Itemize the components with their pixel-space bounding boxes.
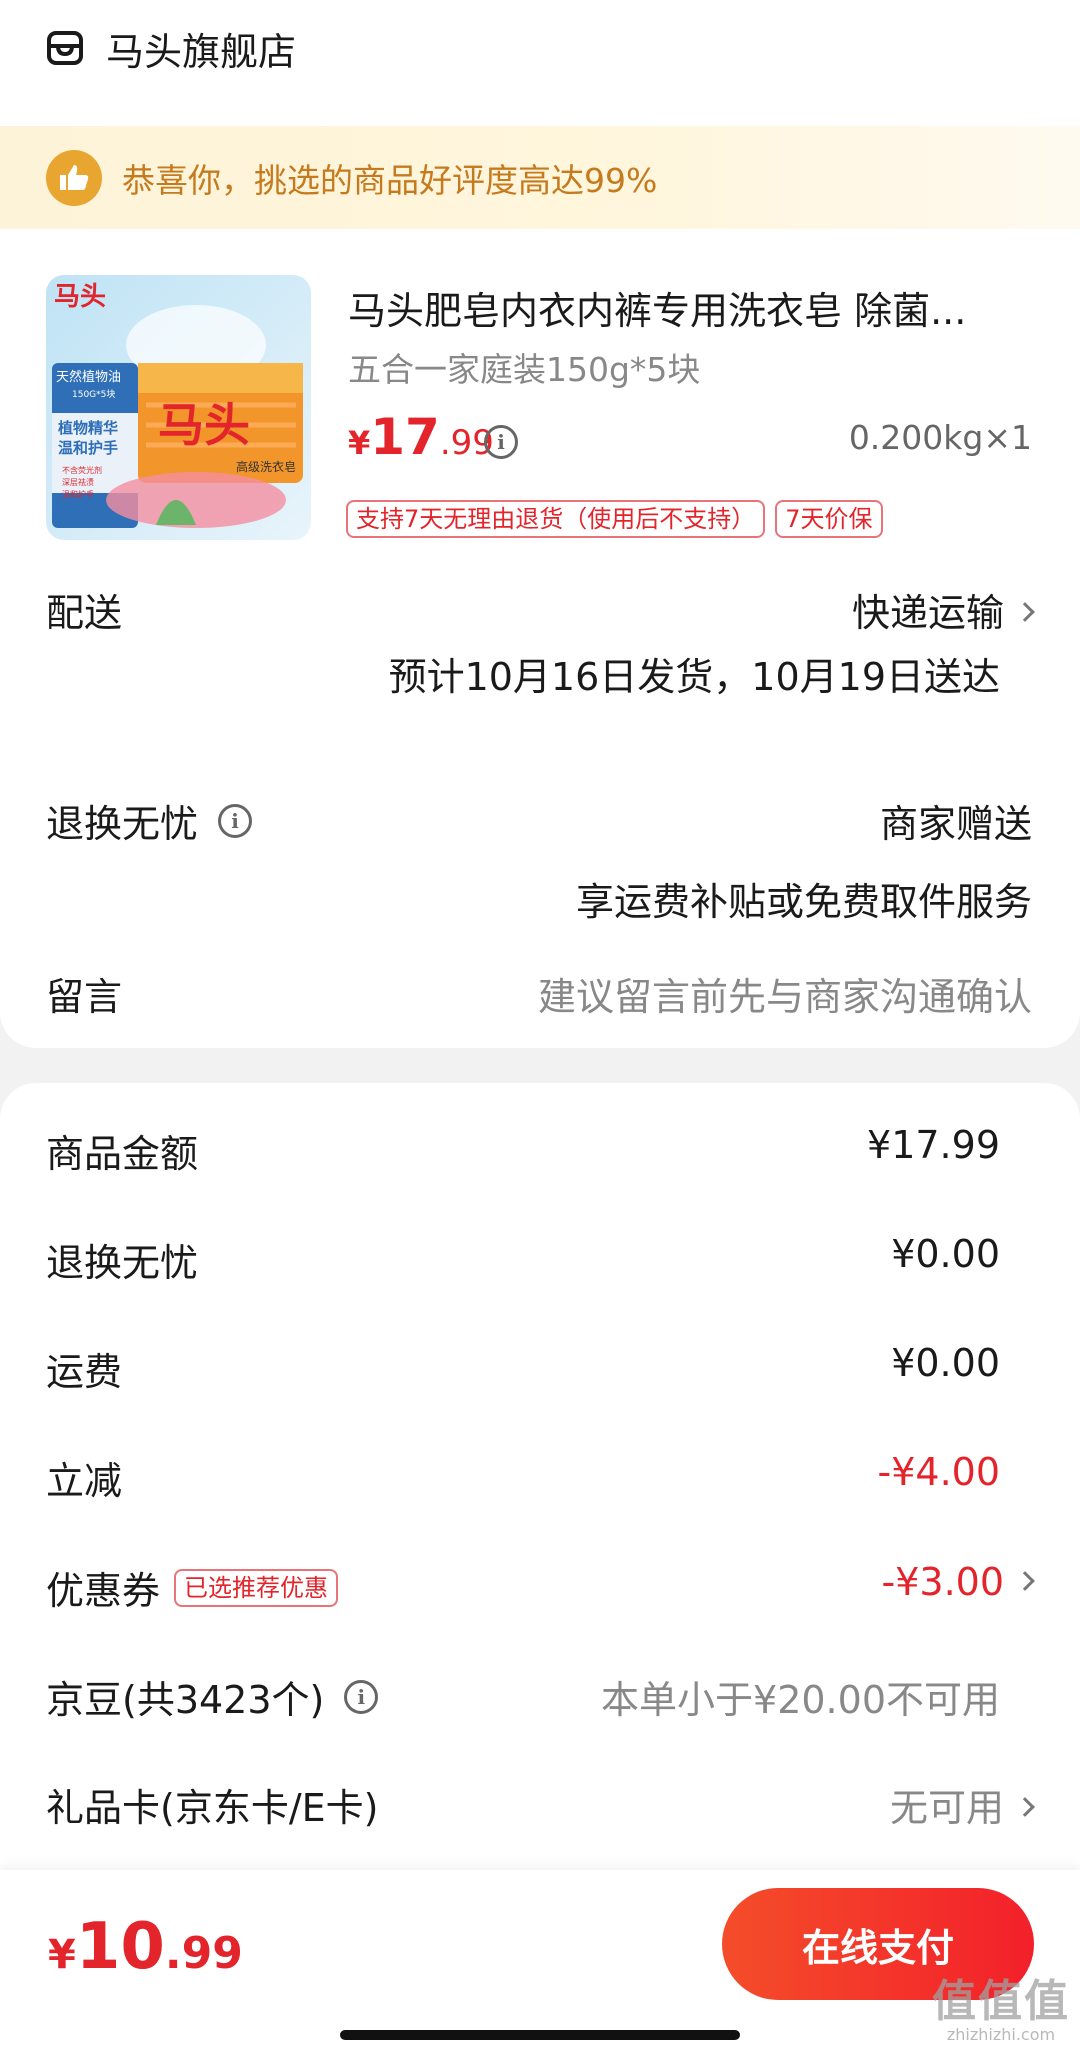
discount-value: -¥4.00 xyxy=(877,1450,1001,1494)
praise-text: 恭喜你，挑选的商品好评度高达99% xyxy=(122,160,658,200)
coupon-badge: 已选推荐优惠 xyxy=(174,1568,339,1607)
worry-free-value: 商家赠送 xyxy=(879,802,1032,846)
svg-text:温和护手: 温和护手 xyxy=(62,489,94,499)
jingdou-row-label: 京豆(共3423个) i xyxy=(46,1669,379,1724)
message-input[interactable]: 建议留言前先与商家沟通确认 xyxy=(538,966,1032,1021)
chevron-right-icon xyxy=(1015,1796,1035,1817)
price-info-icon[interactable]: i xyxy=(484,425,518,459)
watermark: 值值值 zhizhizhi.com xyxy=(932,1965,1070,2044)
home-indicator[interactable] xyxy=(340,2030,740,2040)
svg-text:不含荧光剂: 不含荧光剂 xyxy=(62,465,102,475)
worry-free-row-label: 退换无忧 i xyxy=(46,793,253,848)
store-icon xyxy=(47,31,83,65)
discount-label: 立减 xyxy=(46,1459,123,1503)
svg-text:植物精华: 植物精华 xyxy=(58,419,118,437)
svg-text:150G*5块: 150G*5块 xyxy=(72,388,115,400)
shipping-fee-value: ¥0.00 xyxy=(891,1341,1000,1385)
product-tags: 支持7天无理由退货（使用后不支持） 7天价保 xyxy=(346,500,883,538)
jingdou-info-icon[interactable]: i xyxy=(344,1679,379,1714)
coupon-row-label: 优惠券 已选推荐优惠 xyxy=(46,1560,339,1615)
svg-text:马头: 马头 xyxy=(158,398,250,452)
jingdou-value: 本单小于¥20.00不可用 xyxy=(601,1678,1000,1722)
product-price: ¥ 17 .99 xyxy=(348,408,494,466)
worry-free-desc: 享运费补贴或免费取件服务 xyxy=(575,880,1032,924)
product-title[interactable]: 马头肥皂内衣内裤专用洗衣皂 除菌... xyxy=(348,280,1008,335)
store-header[interactable]: 马头旗舰店 xyxy=(46,22,296,74)
brand-logo-text: 马头 xyxy=(54,282,106,312)
price-protect-tag: 7天价保 xyxy=(775,500,883,538)
order-card: 马头旗舰店 恭喜你，挑选的商品好评度高达99% 马头 天然植物油 150G*5块… xyxy=(0,0,1080,1048)
total-decimal: .99 xyxy=(164,1928,243,1979)
total-price: ¥ 10 .99 xyxy=(48,1910,243,1984)
worry-free-label: 退换无忧 xyxy=(46,802,199,846)
delivery-label: 配送 xyxy=(46,591,123,635)
thumbs-up-icon xyxy=(46,149,102,206)
product-image[interactable]: 马头 天然植物油 150G*5块 植物精华 温和护手 不含荧光剂 深层祛渍 温和… xyxy=(46,275,311,540)
price-currency: ¥ xyxy=(348,424,371,462)
goods-amount-label: 商品金额 xyxy=(46,1132,199,1176)
total-integer: 10 xyxy=(75,1910,165,1984)
giftcard-label: 礼品卡(京东卡/E卡) xyxy=(46,1786,379,1830)
shipping-fee-label: 运费 xyxy=(46,1350,123,1394)
store-name: 马头旗舰店 xyxy=(106,29,297,74)
message-label: 留言 xyxy=(46,975,123,1019)
chevron-right-icon xyxy=(1015,601,1035,622)
fee-card: 商品金额 ¥17.99 退换无忧 ¥0.00 运费 ¥0.00 立减 -¥4.0… xyxy=(0,1083,1080,1883)
svg-text:深层祛渍: 深层祛渍 xyxy=(62,477,94,487)
giftcard-value[interactable]: 无可用 xyxy=(889,1777,1035,1832)
praise-banner: 恭喜你，挑选的商品好评度高达99% xyxy=(0,126,1080,229)
product-spec: 五合一家庭装150g*5块 xyxy=(348,350,701,389)
jingdou-label: 京豆(共3423个) xyxy=(46,1678,325,1722)
watermark-url: zhizhizhi.com xyxy=(946,2025,1056,2044)
svg-text:高级洗衣皂: 高级洗衣皂 xyxy=(236,459,296,474)
total-currency: ¥ xyxy=(48,1932,76,1978)
delivery-method[interactable]: 快递运输 xyxy=(851,582,1035,637)
svg-text:温和护手: 温和护手 xyxy=(58,439,118,457)
return-policy-tag: 支持7天无理由退货（使用后不支持） xyxy=(346,500,766,538)
worry-free-info-icon[interactable]: i xyxy=(218,803,253,838)
checkout-footer: ¥ 10 .99 在线支付 xyxy=(0,1870,1080,2057)
coupon-label: 优惠券 xyxy=(46,1569,161,1613)
delivery-method-text: 快递运输 xyxy=(851,591,1004,635)
delivery-estimate: 预计10月16日发货，10月19日送达 xyxy=(388,655,1000,699)
chevron-right-icon xyxy=(1015,1570,1035,1591)
worry-free-fee-label: 退换无忧 xyxy=(46,1241,199,1285)
giftcard-value-text: 无可用 xyxy=(889,1786,1004,1830)
goods-amount-value: ¥17.99 xyxy=(867,1123,1000,1167)
svg-text:天然植物油: 天然植物油 xyxy=(56,369,121,385)
price-integer: 17 xyxy=(370,408,440,466)
coupon-value-text: -¥3.00 xyxy=(881,1560,1005,1604)
watermark-logo: 值值值 xyxy=(932,1976,1070,2027)
coupon-value[interactable]: -¥3.00 xyxy=(881,1560,1035,1604)
worry-free-fee-value: ¥0.00 xyxy=(891,1232,1000,1276)
product-weight: 0.200kg×1 xyxy=(848,418,1032,457)
